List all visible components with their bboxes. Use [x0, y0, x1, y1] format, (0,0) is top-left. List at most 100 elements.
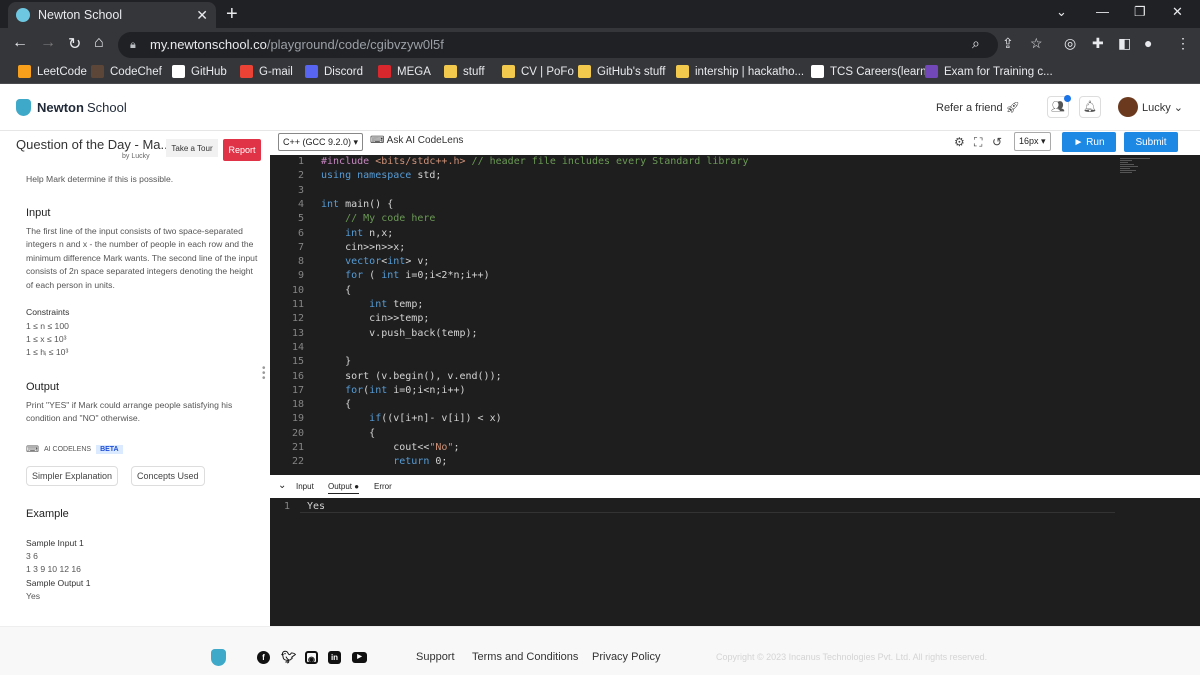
browser-tab[interactable]: Newton School ✕ [8, 2, 216, 28]
tab-input[interactable]: Input [296, 482, 314, 491]
sample-output-label: Sample Output 1 [26, 578, 91, 588]
bookmark-11[interactable]: Exam for Training c... [925, 65, 1053, 78]
newton-logo[interactable]: Newton School [16, 99, 127, 116]
avatar[interactable] [1118, 97, 1138, 117]
output-heading: Output [26, 381, 60, 393]
newton-footer-logo-icon[interactable] [211, 649, 226, 666]
home-icon[interactable]: ⌂ [94, 34, 104, 52]
code-minimap[interactable] [1120, 157, 1150, 187]
linkedin-icon[interactable]: in [328, 651, 341, 664]
github-icon [172, 65, 185, 78]
user-menu[interactable]: Lucky ⌄ [1142, 101, 1183, 114]
line-number: 3 [297, 184, 304, 196]
line-number: 16 [291, 370, 304, 382]
bookmark-0[interactable]: LeetCode [18, 65, 87, 78]
bell-icon[interactable]: 🔔︎ [1079, 96, 1101, 118]
bookmark-9[interactable]: intership | hackatho... [676, 65, 804, 78]
bookmark-label: GitHub [191, 65, 227, 78]
code-text: int temp; [369, 299, 424, 310]
bookmark-3[interactable]: G-mail [240, 65, 293, 78]
reload-icon[interactable]: ↻ [68, 34, 81, 54]
bookmark-10[interactable]: TCS Careers(learn) [811, 65, 930, 78]
bookmark-1[interactable]: CodeChef [91, 65, 162, 78]
output-line-number: 1 [284, 501, 291, 512]
line-number: 13 [291, 327, 304, 339]
bookmark-label: LeetCode [37, 65, 87, 78]
address-toolbar: ← → ↻ ⌂ 🔒︎ my.newtonschool.co/playground… [0, 28, 1200, 62]
line-number: 15 [291, 356, 304, 368]
close-window-icon[interactable]: ✕ [1172, 4, 1183, 20]
code-text: if((v[i+n]- v[i]) < x) [369, 413, 502, 425]
language-select[interactable]: C++ (GCC 9.2.0) ▾ [278, 133, 364, 151]
youtube-icon[interactable]: ▶ [352, 652, 367, 663]
tab-title: Newton School [38, 8, 123, 22]
zoom-icon[interactable]: ⌕ [972, 35, 980, 52]
bookmark-star-icon[interactable]: ☆ [1030, 35, 1043, 52]
extension-icon[interactable]: ◎ [1064, 35, 1076, 52]
twitter-icon[interactable]: 🐦︎ [281, 651, 296, 664]
sidepanel-icon[interactable]: ◧ [1118, 35, 1131, 52]
fullscreen-icon[interactable]: ⛶ [974, 135, 982, 150]
code-text: cout<<"No"; [321, 442, 460, 453]
share-icon[interactable]: ⇪ [1002, 35, 1014, 52]
url-host: my.newtonschool.co [150, 37, 267, 52]
back-icon[interactable]: ← [12, 34, 28, 52]
bookmark-4[interactable]: Discord [305, 65, 363, 78]
line-number: 8 [297, 256, 304, 268]
simpler-explanation-chip[interactable]: Simpler Explanation [26, 466, 119, 486]
code-editor[interactable]: 1 #include <bits/stdc++.h> // header file… [270, 155, 1200, 475]
code-text: int main() { [321, 198, 394, 210]
take-tour-button[interactable]: Take a Tour [166, 139, 218, 157]
tab-output[interactable]: Output ● [328, 482, 360, 494]
copyright: Copyright © 2023 Incanus Technologies Pv… [716, 652, 988, 662]
bookmark-5[interactable]: MEGA [378, 65, 431, 78]
support-link[interactable]: Support [416, 651, 455, 663]
bookmark-label: TCS Careers(learn) [830, 65, 931, 78]
profile-icon[interactable]: ● [1144, 35, 1152, 51]
collapse-console-icon[interactable]: ⌄ [278, 480, 286, 491]
submit-button[interactable]: Submit [1124, 132, 1178, 152]
bookmark-2[interactable]: GitHub [172, 65, 227, 78]
bookmark-6[interactable]: stuff [444, 65, 485, 78]
facebook-icon[interactable]: f [257, 651, 270, 664]
ask-ai-codelens-button[interactable]: ⌨ Ask AI CodeLens [370, 135, 463, 146]
run-button[interactable]: ► Run [1062, 132, 1116, 152]
line-number: 21 [291, 442, 304, 453]
url-bar[interactable]: 🔒︎ my.newtonschool.co/playground/code/cg… [118, 32, 998, 58]
problem-intro: Help Mark determine if this is possible. [26, 174, 174, 184]
code-text: cin>>n>>x; [321, 241, 406, 253]
tab-search-icon[interactable]: ⌄ [1056, 4, 1067, 20]
input-heading: Input [26, 207, 51, 219]
code-text: return 0; [393, 456, 448, 468]
restore-icon[interactable]: ❐ [1134, 4, 1146, 20]
instagram-icon[interactable]: ◉ [305, 651, 318, 664]
code-text: v.push_back(temp); [321, 327, 478, 339]
concepts-used-chip[interactable]: Concepts Used [131, 466, 205, 486]
panel-resize-handle[interactable]: • • • [262, 364, 266, 384]
code-text: using namespace std; [321, 170, 442, 182]
forward-icon[interactable]: → [40, 34, 56, 52]
report-button[interactable]: Report [223, 139, 261, 161]
privacy-link[interactable]: Privacy Policy [592, 651, 660, 663]
bookmark-label: GitHub's stuff [597, 65, 666, 78]
bookmark-7[interactable]: CV | PoFo [502, 65, 574, 78]
newton-logo-icon [16, 99, 31, 116]
settings-icon[interactable]: ⚙ [954, 135, 965, 149]
puzzle-icon[interactable]: ✚ [1092, 35, 1104, 52]
logo-rest: School [86, 100, 127, 115]
folder-icon [676, 65, 689, 78]
menu-icon[interactable]: ⋮ [1176, 35, 1190, 52]
problem-panel: Question of the Day - Ma... by Lucky Tak… [0, 131, 265, 626]
constraints-heading: Constraints [26, 307, 70, 317]
refer-friend-link[interactable]: Refer a friend 🚀︎ [936, 101, 1020, 114]
browser-tab-bar: Newton School ✕ + ⌄ — ❐ ✕ [0, 0, 1200, 28]
font-size-select[interactable]: 16px ▾ [1014, 132, 1051, 151]
minimize-icon[interactable]: — [1096, 4, 1109, 19]
reset-icon[interactable]: ↺ [992, 135, 1002, 149]
terms-link[interactable]: Terms and Conditions [472, 651, 578, 663]
bookmark-8[interactable]: GitHub's stuff [578, 65, 665, 78]
tab-error[interactable]: Error [374, 482, 392, 491]
new-tab-icon[interactable]: + [226, 3, 238, 26]
tab-close-icon[interactable]: ✕ [196, 7, 208, 24]
line-number: 11 [291, 299, 304, 310]
